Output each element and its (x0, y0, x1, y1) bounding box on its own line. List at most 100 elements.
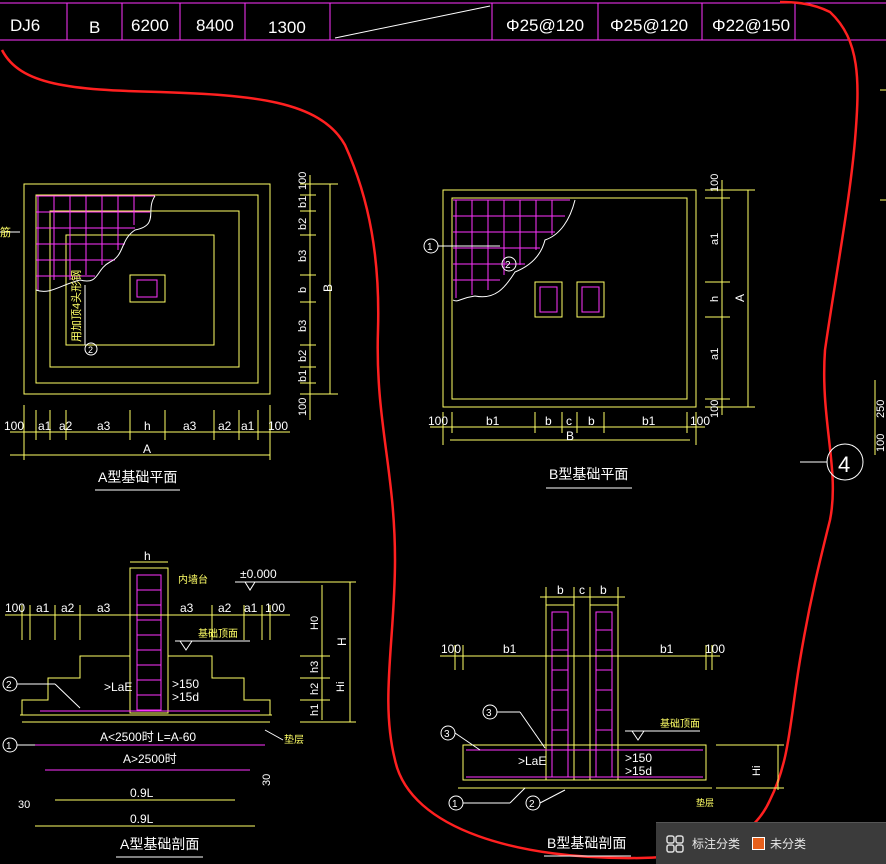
dim-label: a3 (183, 419, 197, 433)
dim-label: b (600, 583, 607, 597)
dim-total: A (143, 442, 151, 456)
dim-label: h (709, 296, 721, 302)
table-cell: 6200 (131, 16, 169, 35)
dim-label: a1 (244, 601, 258, 615)
category-color-swatch (752, 837, 766, 850)
right-edge-annotations: 4 100 250 (800, 89, 886, 481)
dim-label: a1 (709, 233, 721, 245)
dim-label: 100 (265, 601, 285, 615)
plan-a-title: A型基础平面 (98, 469, 177, 485)
dim-label: a2 (61, 601, 75, 615)
dim-label: a1 (709, 348, 721, 360)
section-a-inner-note: 内墙台 (178, 573, 208, 586)
dim-label: a1 (36, 601, 50, 615)
dim-label: 100 (690, 414, 710, 428)
dim-label: a3 (97, 419, 111, 433)
dim-label: h (144, 549, 151, 563)
plan-b-callout-1: 1 (427, 242, 433, 253)
dim-label: h3 (309, 661, 321, 673)
dim-label: 250 (875, 400, 886, 418)
dim-label: b1 (486, 414, 500, 428)
section-a-len1: 0.9L (130, 786, 154, 800)
dim-label: c (579, 583, 585, 597)
table-cell: 1300 (268, 18, 306, 37)
dim-label: 100 (297, 398, 309, 416)
schedule-table: DJ6 B 6200 8400 1300 Φ25@120 Φ25@120 Φ22… (0, 2, 886, 41)
status-bar: 标注分类 未分类 (656, 822, 886, 864)
table-cell: Φ25@120 (610, 16, 688, 35)
dim-label: 100 (875, 434, 886, 452)
dim-total: A (733, 294, 747, 302)
dim-label: 100 (297, 172, 309, 190)
dim-label: a1 (38, 419, 52, 433)
dim-label: b (545, 414, 552, 428)
dim-label: b1 (660, 642, 674, 656)
dim-label: h2 (309, 683, 321, 695)
section-a-150: >150 (172, 677, 199, 691)
section-a-callout-1: 1 (6, 741, 12, 752)
dim-label: 30 (261, 774, 273, 786)
dim-label: 100 (5, 601, 25, 615)
dim-label: a2 (218, 419, 232, 433)
section-a-top-note: 基础顶面 (198, 627, 238, 640)
table-cell: Φ22@150 (712, 16, 790, 35)
dim-label: 100 (705, 642, 725, 656)
section-b-150: >150 (625, 751, 652, 765)
dim-label: a3 (180, 601, 194, 615)
section-b-pad-note: 垫层 (696, 797, 714, 808)
dim-label: h1 (309, 704, 321, 716)
section-a-level: ±0.000 (240, 567, 277, 581)
uncategorized-label[interactable]: 未分类 (770, 835, 806, 852)
section-a-laE: >LaE (104, 680, 132, 694)
table-cell: B (89, 18, 100, 37)
dim-label: b1 (297, 196, 309, 208)
table-cell: Φ25@120 (506, 16, 584, 35)
dim-label: b2 (297, 218, 309, 230)
section-b: b c b 100 b1 b1 100 基础顶面 >LaE >150 >15d … (440, 583, 784, 857)
dim-label: 100 (709, 174, 721, 192)
dim-label: h (144, 419, 151, 433)
section-a-pad-note: 垫层 (284, 733, 304, 746)
dim-label: b (588, 414, 595, 428)
dim-label: b1 (503, 642, 517, 656)
plan-a: 筋 用加顶4头形钢 2 100 a1 a2 a3 h a3 a2 a1 100 … (0, 172, 338, 491)
dim-label: a3 (97, 601, 111, 615)
section-a: h 100 a1 a2 a3 a3 a2 a1 100 内墙台 ±0.000 基… (2, 549, 356, 858)
dim-label: Hi (751, 766, 763, 776)
dim-label: 100 (268, 419, 288, 433)
plan-b: 1 2 100 b1 b c b b1 100 B 100 a1 h a1 10… (423, 174, 755, 489)
section-a-len2: 0.9L (130, 812, 154, 826)
dim-total: H (335, 637, 349, 646)
plan-a-callout-2: 2 (88, 345, 93, 355)
section-a-15d: >15d (172, 690, 199, 704)
dim-label: a2 (59, 419, 73, 433)
plan-a-vertical-note: 用加顶4头形钢 (70, 270, 83, 342)
dim-label: a1 (241, 419, 255, 433)
tag-category-button[interactable]: 标注分类 (692, 835, 740, 852)
plan-b-callout-2: 2 (505, 260, 511, 271)
dim-label: a2 (218, 601, 232, 615)
section-b-callout-3a: 3 (444, 729, 450, 740)
dim-label: b2 (297, 350, 309, 362)
cad-drawing-canvas[interactable]: DJ6 B 6200 8400 1300 Φ25@120 Φ25@120 Φ22… (0, 0, 886, 863)
dim-total: B (321, 284, 335, 292)
section-b-title: B型基础剖面 (547, 835, 626, 851)
section-a-rule1: A<2500时 L=A-60 (100, 730, 196, 744)
dim-label: b3 (297, 250, 309, 262)
dim-label: 100 (441, 642, 461, 656)
dim-label: c (566, 414, 572, 428)
section-b-top-note: 基础顶面 (660, 717, 700, 730)
dim-label: 100 (709, 400, 721, 418)
section-b-callout-1: 1 (452, 799, 458, 810)
dim-label: H0 (309, 616, 321, 630)
dim-label: b3 (297, 320, 309, 332)
dim-label: b (297, 287, 309, 293)
section-a-callout-2: 2 (6, 680, 12, 691)
grid-icon[interactable] (664, 833, 686, 855)
section-b-callout-2: 2 (529, 799, 535, 810)
section-b-callout-3b: 3 (486, 708, 492, 719)
dim-label: 30 (18, 799, 30, 811)
section-b-laE: >LaE (518, 754, 546, 768)
dim-total: B (566, 429, 574, 443)
dim-label: b (557, 583, 564, 597)
